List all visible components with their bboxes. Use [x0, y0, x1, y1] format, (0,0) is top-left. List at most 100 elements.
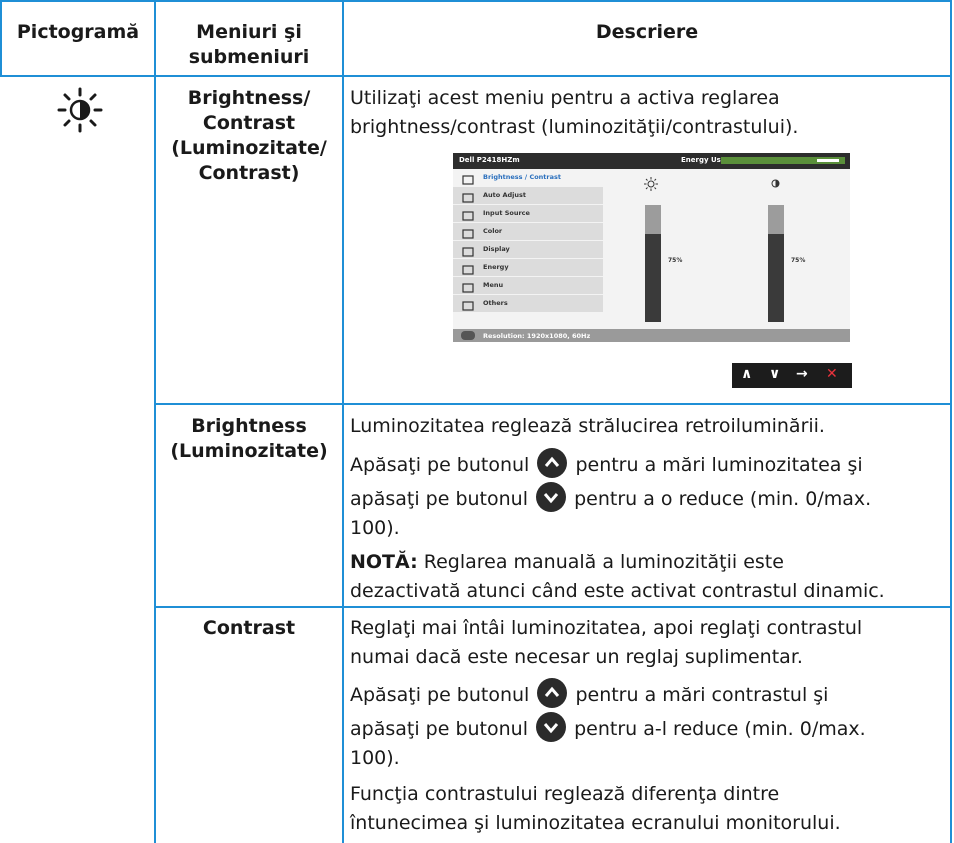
osd-menu-item[interactable]: Others — [453, 295, 603, 313]
down-button-icon — [536, 482, 567, 512]
osd-title: Dell P2418HZm — [459, 156, 520, 164]
osd-menu-item[interactable]: Brightness / Contrast — [453, 169, 603, 187]
note-label: NOTĂ: — [350, 551, 418, 573]
down-button-icon — [536, 712, 567, 742]
nav-up-button[interactable]: ∧ — [741, 366, 752, 382]
contrast-desc-3: Funcţia contrastului reglează diferenţa … — [350, 780, 950, 838]
osd-menu-item[interactable]: Display — [453, 241, 603, 259]
menu-contrast: Contrast — [202, 617, 296, 639]
osd-menu-label: Auto Adjust — [483, 191, 527, 199]
osd-menu-label: Brightness / Contrast — [483, 173, 561, 181]
desc-line: Apăsaţi pe butonul pentru a mări contras… — [350, 678, 950, 712]
contrast-desc-1: Reglaţi mai întâi luminozitatea, apoi re… — [350, 614, 950, 672]
grid-line — [342, 0, 344, 843]
desc-line: apăsaţi pe butonul pentru a-l reduce (mi… — [350, 712, 950, 746]
menu-brightness-contrast: Brightness/ Contrast (Luminozitate/ Cont… — [156, 86, 342, 186]
osd-brightness-fill — [645, 234, 661, 322]
osd-contrast-value: 75% — [791, 257, 806, 264]
osd-menu-item[interactable]: Menu — [453, 277, 603, 295]
desc-text: Apăsaţi pe butonul — [350, 454, 530, 476]
main-description: Utilizaţi acest meniu pentru a activa re… — [350, 84, 950, 142]
arrows-icon — [461, 189, 475, 203]
desc-line: Funcţia contrastului reglează diferenţa … — [350, 783, 780, 805]
osd-resolution: Resolution: 1920x1080, 60Hz — [483, 332, 591, 340]
dell-logo-icon — [461, 331, 475, 340]
monitor-icon — [461, 243, 475, 257]
osd-menu-item[interactable]: Input Source — [453, 205, 603, 223]
desc-line: întunecimea şi luminozitatea ecranului m… — [350, 812, 841, 834]
nav-down-button[interactable]: ∨ — [769, 366, 780, 382]
osd-menu-label: Display — [483, 245, 510, 253]
input-icon — [461, 207, 475, 221]
osd-menu-item[interactable]: Energy — [453, 259, 603, 277]
header-menus-line2: submeniuri — [188, 46, 310, 68]
menu-line: Brightness/ — [187, 87, 311, 109]
grid-line — [950, 0, 952, 843]
osd-menu-label: Color — [483, 227, 503, 235]
up-button-icon — [537, 448, 568, 478]
desc-text: apăsaţi pe butonul — [350, 718, 528, 740]
osd-footer: Resolution: 1920x1080, 60Hz — [453, 329, 850, 342]
sun-icon — [461, 171, 475, 185]
osd-nav-buttons: ∧ ∨ → ✕ — [732, 363, 852, 388]
osd-energy-bar — [721, 157, 845, 164]
osd-contrast-fill — [768, 234, 784, 322]
osd-brightness-value: 75% — [668, 257, 683, 264]
menu-line: Contrast) — [198, 162, 300, 184]
header-pictogram: Pictogramă — [16, 21, 140, 43]
desc-text: pentru a o reduce (min. 0/max. — [574, 488, 872, 510]
desc-line: Apăsaţi pe butonul pentru a mări luminoz… — [350, 448, 950, 482]
osd-sun-icon — [644, 177, 658, 191]
desc-text: pentru a-l reduce (min. 0/max. — [574, 718, 866, 740]
others-icon — [461, 297, 475, 311]
color-icon — [461, 225, 475, 239]
osd-title-bar: Dell P2418HZm Energy Use — [453, 153, 850, 169]
osd-menu-label: Menu — [483, 281, 504, 289]
desc-line: Utilizaţi acest meniu pentru a activa re… — [350, 87, 780, 109]
desc-line: Reglaţi mai întâi luminozitatea, apoi re… — [350, 617, 863, 639]
grid-line — [154, 403, 952, 405]
menu-brightness: Brightness (Luminozitate) — [156, 414, 342, 464]
desc-line: dezactivată atunci când este activat con… — [350, 580, 885, 602]
osd-energy-label: Energy Use — [681, 156, 726, 164]
osd-brightness-panel: 75% — [605, 169, 727, 329]
brightness-note: NOTĂ: Reglarea manuală a luminozităţii e… — [350, 548, 950, 606]
menu-icon — [461, 279, 475, 293]
menu-line: Contrast — [202, 112, 296, 134]
desc-text: apăsaţi pe butonul — [350, 488, 528, 510]
contrast-desc-2: Apăsaţi pe butonul pentru a mări contras… — [350, 678, 950, 771]
menu-line: (Luminozitate) — [170, 440, 328, 462]
osd-menu-label: Energy — [483, 263, 509, 271]
header-menus: Meniuri şi submeniuri — [156, 20, 342, 70]
grid-line — [0, 0, 952, 2]
up-button-icon — [537, 678, 568, 708]
desc-text: Apăsaţi pe butonul — [350, 684, 530, 706]
header-description: Descriere — [595, 21, 699, 43]
osd-menu-item[interactable]: Auto Adjust — [453, 187, 603, 205]
menu-line: Brightness — [191, 415, 307, 437]
osd-energy-fill — [817, 159, 839, 162]
nav-close-button[interactable]: ✕ — [826, 366, 838, 382]
desc-line: 100). — [350, 517, 400, 539]
osd-brightness-slider — [645, 205, 661, 322]
brightness-desc-1: Luminozitatea reglează strălucirea retro… — [350, 415, 825, 437]
osd-menu-label: Others — [483, 299, 508, 307]
brightness-contrast-icon — [56, 86, 104, 134]
desc-text: Reglarea manuală a luminozităţii este — [423, 551, 784, 573]
desc-line: 100). — [350, 747, 400, 769]
osd-contrast-icon — [771, 179, 780, 188]
osd-screenshot: Dell P2418HZm Energy Use Brightness / Co… — [453, 153, 850, 342]
osd-contrast-slider — [768, 205, 784, 322]
desc-line: brightness/contrast (luminozităţii/contr… — [350, 116, 799, 138]
osd-contrast-panel: 75% — [728, 169, 850, 329]
header-menus-line1: Meniuri şi — [196, 21, 302, 43]
energy-icon — [461, 261, 475, 275]
desc-line: numai dacă este necesar un reglaj suplim… — [350, 646, 803, 668]
osd-menu-item[interactable]: Color — [453, 223, 603, 241]
nav-right-button[interactable]: → — [796, 366, 808, 382]
osd-menu-label: Input Source — [483, 209, 530, 217]
grid-line — [0, 75, 952, 77]
desc-line: NOTĂ: Reglarea manuală a luminozităţii e… — [350, 548, 950, 577]
grid-line — [154, 606, 952, 608]
desc-line: apăsaţi pe butonul pentru a o reduce (mi… — [350, 482, 950, 516]
